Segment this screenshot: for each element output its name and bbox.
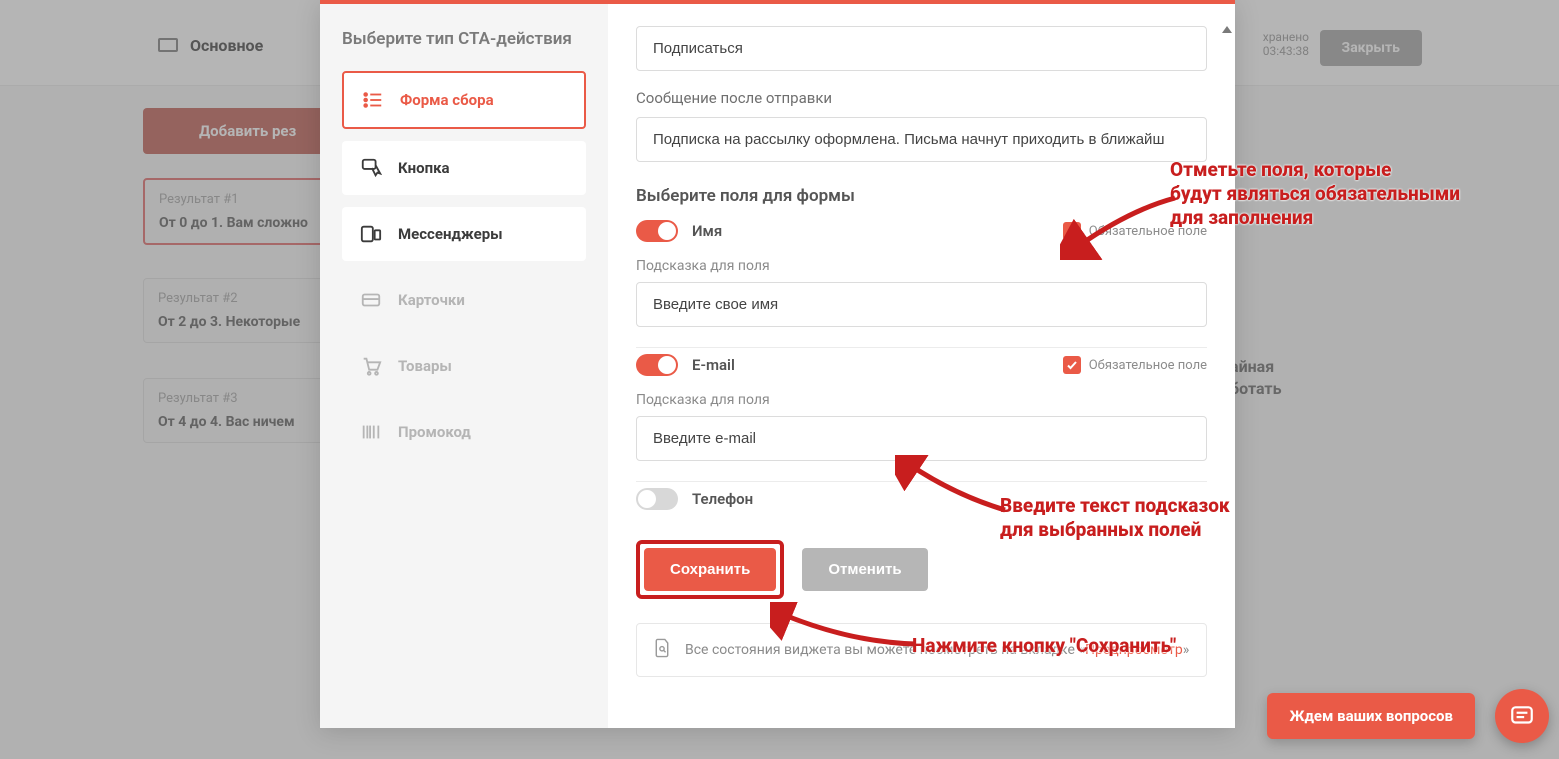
preview-hint-suffix: » <box>1183 642 1190 658</box>
cta-type-panel: Выберите тип CTA-действия Форма сбора Кн… <box>320 4 608 728</box>
save-highlight-annotation: Сохранить <box>636 540 784 599</box>
toggle-phone[interactable] <box>636 488 678 510</box>
cta-option-cards[interactable]: Карточки <box>342 273 586 327</box>
search-doc-icon <box>653 638 671 662</box>
field-row-phone: Телефон <box>636 488 1207 510</box>
toggle-email[interactable] <box>636 354 678 376</box>
cta-option-promo[interactable]: Промокод <box>342 405 586 459</box>
cards-icon <box>360 289 382 311</box>
cta-option-label: Форма сбора <box>400 91 494 109</box>
after-send-input[interactable] <box>636 117 1207 162</box>
cta-option-products[interactable]: Товары <box>342 339 586 393</box>
chat-icon <box>1509 703 1535 729</box>
toggle-name[interactable] <box>636 220 678 242</box>
barcode-icon <box>360 421 382 443</box>
divider <box>636 481 1207 482</box>
save-button[interactable]: Сохранить <box>644 548 776 591</box>
field-row-name: Имя Обязательное поле <box>636 220 1207 242</box>
cta-panel-title: Выберите тип CTA-действия <box>342 28 586 51</box>
hint-label-name: Подсказка для поля <box>636 258 1207 274</box>
cta-option-label: Карточки <box>398 291 465 309</box>
after-send-label: Сообщение после отправки <box>636 89 1207 107</box>
field-title-phone: Телефон <box>692 490 753 508</box>
divider <box>636 347 1207 348</box>
fields-section-title: Выберите поля для формы <box>636 186 1207 206</box>
cta-option-label: Промокод <box>398 423 471 441</box>
cta-option-label: Кнопка <box>398 159 450 177</box>
chat-fab[interactable] <box>1495 689 1549 743</box>
field-row-email: E-mail Обязательное поле <box>636 354 1207 376</box>
preview-hint-prefix: Все состояния виджета вы можете посмотре… <box>685 642 1085 658</box>
required-label: Обязательное поле <box>1089 358 1207 373</box>
cta-option-label: Товары <box>398 357 452 375</box>
cta-option-form[interactable]: Форма сбора <box>342 71 586 129</box>
cta-option-messengers[interactable]: Мессенджеры <box>342 207 586 261</box>
preview-link[interactable]: Предпросмотр <box>1085 642 1183 658</box>
required-email[interactable]: Обязательное поле <box>1063 356 1207 374</box>
scroll-up-icon <box>1222 26 1232 33</box>
preview-hint-text: Все состояния виджета вы можете посмотре… <box>685 642 1189 658</box>
cancel-button[interactable]: Отменить <box>802 548 927 591</box>
required-label: Обязательное поле <box>1089 224 1207 239</box>
preview-hint-bar: Все состояния виджета вы можете посмотре… <box>636 623 1207 677</box>
chat-cta-button[interactable]: Ждем ваших вопросов <box>1267 693 1475 739</box>
hint-input-name[interactable] <box>636 282 1207 327</box>
required-name[interactable]: Обязательное поле <box>1063 222 1207 240</box>
checkbox-icon <box>1063 356 1081 374</box>
field-title-email: E-mail <box>692 356 735 374</box>
modal-scrollbar[interactable] <box>1217 8 1235 732</box>
checkbox-icon <box>1063 222 1081 240</box>
cta-option-button[interactable]: Кнопка <box>342 141 586 195</box>
field-title-name: Имя <box>692 222 722 240</box>
list-form-icon <box>362 89 384 111</box>
cta-modal: Выберите тип CTA-действия Форма сбора Кн… <box>320 0 1235 728</box>
cta-option-label: Мессенджеры <box>398 225 503 243</box>
hint-label-email: Подсказка для поля <box>636 392 1207 408</box>
pointer-icon <box>360 157 382 179</box>
cart-icon <box>360 355 382 377</box>
hint-input-email[interactable] <box>636 416 1207 461</box>
cta-form-panel: Сообщение после отправки Выберите поля д… <box>608 4 1235 728</box>
modal-actions: Сохранить Отменить <box>636 540 1207 599</box>
devices-icon <box>360 223 382 245</box>
button-text-input[interactable] <box>636 26 1207 71</box>
